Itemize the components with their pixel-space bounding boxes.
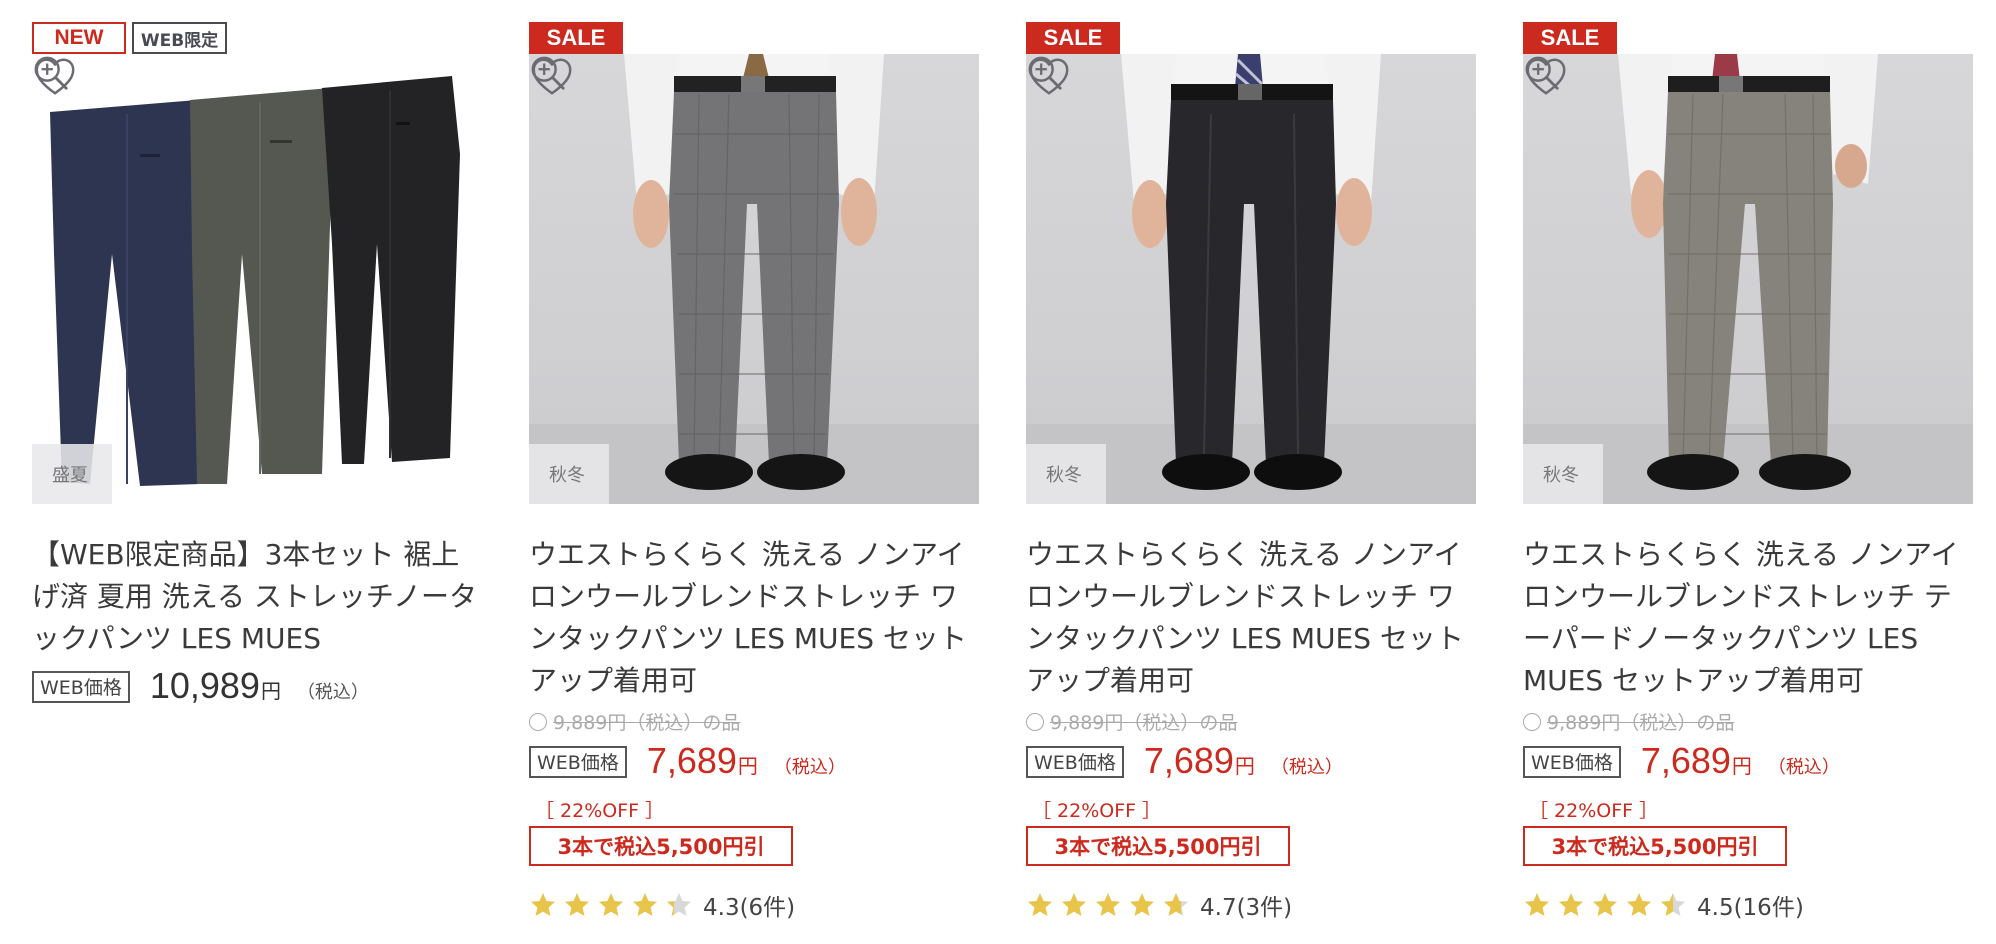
original-price-icon	[529, 712, 547, 731]
star-icon	[1661, 893, 1685, 916]
web-price-label: WEB価格	[1523, 745, 1621, 778]
price-row: WEB価格 7,689 円 （税込）	[1026, 740, 1343, 782]
product-image[interactable]: 秋冬	[1026, 54, 1476, 504]
season-tag: 秋冬	[1026, 444, 1106, 504]
product-title[interactable]: ウエストらくらく 洗える ノンアイロンウールブレンドストレッチ ワンタックパンツ…	[529, 534, 979, 702]
bundle-offer-badge: 3本で税込5,500円引	[1026, 826, 1290, 866]
price-value: 7,689	[1640, 740, 1731, 781]
tax-label: （税込）	[296, 682, 369, 703]
web-price-label: WEB価格	[529, 745, 627, 778]
product-title[interactable]: ウエストらくらく 洗える ノンアイロンウールブレンドストレッチ ワンタックパンツ…	[1026, 534, 1476, 702]
original-price-icon	[1523, 712, 1541, 731]
rating-text: 4.3(6件)	[703, 895, 796, 921]
original-price-text: 9,889円（税込）の品	[1547, 712, 1735, 734]
star-icon	[1096, 893, 1120, 916]
bundle-offer-badge: 3本で税込5,500円引	[529, 826, 793, 866]
tax-label: （税込）	[1270, 757, 1343, 778]
original-price: 9,889円（税込）の品	[1026, 708, 1237, 735]
star-icon	[1062, 893, 1086, 916]
discount-label: ［ 22%OFF ］	[1529, 800, 1659, 822]
star-icon	[1627, 893, 1651, 916]
badge-row: NEW WEB限定	[32, 22, 227, 54]
badge-row: SALE	[529, 22, 623, 54]
zoom-icon[interactable]	[1026, 54, 1064, 92]
yen-unit: 円	[1731, 754, 1752, 778]
tax-label: （税込）	[1767, 757, 1840, 778]
rating-text: 4.5(16件)	[1697, 895, 1804, 921]
price-value: 7,689	[646, 740, 737, 781]
sale-badge: SALE	[1026, 22, 1120, 54]
web-price-label: WEB価格	[32, 670, 130, 703]
star-icon	[565, 893, 589, 916]
star-icon	[531, 893, 555, 916]
tax-label: （税込）	[773, 757, 846, 778]
web-price-label: WEB価格	[1026, 745, 1124, 778]
rating-text: 4.7(3件)	[1200, 895, 1293, 921]
product-image[interactable]: 秋冬	[1523, 54, 1973, 504]
original-price-text: 9,889円（税込）の品	[1050, 712, 1238, 734]
star-icon	[1525, 893, 1549, 916]
season-tag: 秋冬	[1523, 444, 1603, 504]
star-icon	[667, 893, 691, 916]
star-icon	[599, 893, 623, 916]
star-icon	[1559, 893, 1583, 916]
yen-unit: 円	[260, 679, 281, 703]
three-pants-illustration	[50, 76, 460, 486]
discount-label: ［ 22%OFF ］	[535, 800, 665, 822]
sale-badge: SALE	[1523, 22, 1617, 54]
rating[interactable]: 4.7(3件)	[1026, 888, 1292, 922]
season-tag: 秋冬	[529, 444, 609, 504]
zoom-icon[interactable]	[529, 54, 567, 92]
yen-unit: 円	[1234, 754, 1255, 778]
price-row: WEB価格 7,689 円 （税込）	[529, 740, 846, 782]
zoom-icon[interactable]	[32, 54, 70, 92]
original-price-icon	[1026, 712, 1044, 731]
product-grid: NEW WEB限定 盛夏 【WEB限定商品】3本セット 裾上げ済 夏用 洗える …	[0, 0, 1996, 944]
star-icon	[1028, 893, 1052, 916]
model-wearing-pants	[1523, 54, 1973, 504]
price-value: 10,989	[149, 665, 260, 706]
star-icon	[1130, 893, 1154, 916]
price-value: 7,689	[1143, 740, 1234, 781]
season-tag: 盛夏	[32, 444, 112, 504]
badge-row: SALE	[1026, 22, 1120, 54]
badge-row: SALE	[1523, 22, 1617, 54]
star-icon	[1593, 893, 1617, 916]
product-image[interactable]: 秋冬	[529, 54, 979, 504]
model-wearing-pants	[1026, 54, 1476, 504]
sale-badge: SALE	[529, 22, 623, 54]
price-row: WEB価格 10,989 円 （税込）	[32, 665, 369, 707]
original-price-text: 9,889円（税込）の品	[553, 712, 741, 734]
model-wearing-pants	[529, 54, 979, 504]
product-image[interactable]: 盛夏	[32, 54, 482, 504]
yen-unit: 円	[737, 754, 758, 778]
original-price: 9,889円（税込）の品	[529, 708, 740, 735]
original-price: 9,889円（税込）の品	[1523, 708, 1734, 735]
new-badge: NEW	[32, 22, 126, 54]
product-title[interactable]: 【WEB限定商品】3本セット 裾上げ済 夏用 洗える ストレッチノータックパンツ…	[32, 534, 482, 660]
zoom-icon[interactable]	[1523, 54, 1561, 92]
rating[interactable]: 4.5(16件)	[1523, 888, 1804, 922]
web-limited-badge: WEB限定	[132, 22, 227, 54]
star-icon	[1164, 893, 1188, 916]
discount-label: ［ 22%OFF ］	[1032, 800, 1162, 822]
rating[interactable]: 4.3(6件)	[529, 888, 795, 922]
price-row: WEB価格 7,689 円 （税込）	[1523, 740, 1840, 782]
product-title[interactable]: ウエストらくらく 洗える ノンアイロンウールブレンドストレッチ テーパードノータ…	[1523, 534, 1973, 702]
star-icon	[633, 893, 657, 916]
bundle-offer-badge: 3本で税込5,500円引	[1523, 826, 1787, 866]
